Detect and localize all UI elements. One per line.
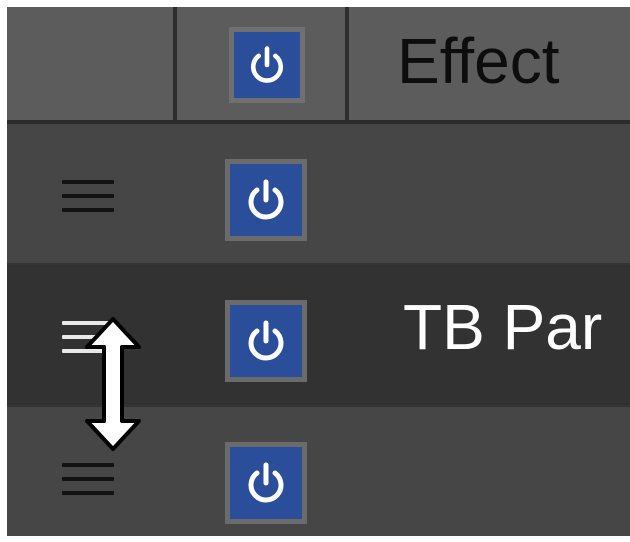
power-icon — [250, 46, 284, 83]
header-effect-column[interactable]: Effect — [349, 7, 630, 123]
resize-vertical-cursor-icon — [82, 316, 144, 452]
header-drag-column — [7, 7, 173, 123]
power-icon — [248, 462, 284, 503]
drag-handle-icon[interactable] — [62, 176, 114, 216]
header-power-column — [177, 7, 345, 123]
effect-power-toggle[interactable] — [225, 442, 307, 524]
effect-power-toggle[interactable] — [225, 159, 307, 241]
column-title: Effect — [397, 25, 560, 97]
effects-header: Effect — [7, 7, 630, 124]
effects-panel: Effect TB Par — [7, 7, 630, 536]
power-icon — [248, 320, 284, 361]
effect-name: TB Par — [403, 291, 603, 363]
effect-power-toggle[interactable] — [225, 300, 307, 382]
drag-handle-icon[interactable] — [62, 459, 114, 499]
power-icon — [248, 179, 284, 220]
effect-row[interactable] — [7, 124, 630, 265]
header-power-toggle[interactable] — [229, 27, 305, 103]
